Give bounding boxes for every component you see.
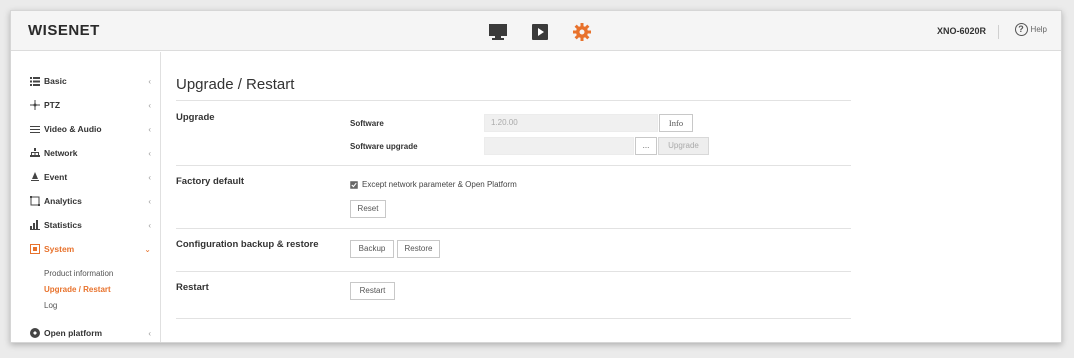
help-label: Help [1030, 25, 1047, 34]
analytics-icon [29, 196, 40, 207]
software-label: Software [350, 119, 384, 128]
sidebar-item-ptz[interactable]: PTZ ‹ [11, 94, 161, 116]
monitor-icon[interactable] [487, 21, 509, 43]
chevron-down-icon: ⌄ [144, 244, 151, 254]
sidebar-item-label: Basic [44, 76, 67, 86]
divider [176, 228, 851, 229]
info-button[interactable]: Info [659, 114, 693, 132]
sidebar-item-network[interactable]: Network ‹ [11, 142, 161, 164]
sidebar-item-label: PTZ [44, 100, 61, 110]
sidebar-item-label: Video & Audio [44, 124, 102, 134]
ptz-icon [29, 100, 40, 111]
sidebar-item-label: Network [44, 148, 78, 158]
chevron-left-icon: ‹ [148, 220, 151, 230]
network-icon [29, 148, 40, 159]
section-title-factory-default: Factory default [176, 176, 245, 187]
sidebar-subitem-log[interactable]: Log [44, 301, 57, 310]
sidebar-item-event[interactable]: Event ‹ [11, 166, 161, 188]
chevron-left-icon: ‹ [148, 76, 151, 86]
sidebar-item-open-platform[interactable]: Open platform ‹ [11, 322, 161, 342]
gear-icon[interactable] [571, 21, 593, 43]
restart-button[interactable]: Restart [350, 282, 395, 300]
page-title: Upgrade / Restart [176, 76, 295, 93]
top-nav [487, 21, 593, 43]
chevron-left-icon: ‹ [148, 172, 151, 182]
play-icon[interactable] [529, 21, 551, 43]
video-audio-icon [29, 124, 40, 135]
sidebar: Basic ‹ PTZ ‹ Video & Audio ‹ Network ‹ [11, 52, 161, 342]
section-title-upgrade: Upgrade [176, 112, 215, 123]
sidebar-item-label: Statistics [44, 220, 82, 230]
reset-button[interactable]: Reset [350, 200, 386, 218]
sidebar-item-label: Event [44, 172, 68, 182]
model-name: XNO-6020R [937, 25, 999, 39]
section-title-config-backup-restore: Configuration backup & restore [176, 239, 319, 250]
open-platform-icon [29, 328, 40, 339]
chevron-left-icon: ‹ [148, 148, 151, 158]
statistics-icon [29, 220, 40, 231]
except-network-checkbox[interactable] [350, 180, 358, 189]
sidebar-item-statistics[interactable]: Statistics ‹ [11, 214, 161, 236]
list-icon [29, 76, 40, 87]
sidebar-subitem-product-information[interactable]: Product information [44, 269, 113, 278]
upgrade-button[interactable]: Upgrade [658, 137, 709, 155]
chevron-left-icon: ‹ [148, 124, 151, 134]
section-title-restart: Restart [176, 282, 209, 293]
except-network-checkbox-label: Except network parameter & Open Platform [362, 180, 517, 189]
sidebar-item-label: Analytics [44, 196, 82, 206]
divider [176, 318, 851, 319]
help-button[interactable]: ? Help [1014, 23, 1047, 36]
system-icon [29, 244, 40, 255]
event-icon [29, 172, 40, 183]
divider [176, 100, 851, 101]
main-content: Upgrade / Restart Upgrade Software 1.20.… [162, 52, 1061, 342]
help-icon: ? [1014, 23, 1028, 36]
backup-button[interactable]: Backup [350, 240, 394, 258]
chevron-left-icon: ‹ [148, 196, 151, 206]
sidebar-item-system[interactable]: System ⌄ [11, 238, 161, 260]
sidebar-item-video-audio[interactable]: Video & Audio ‹ [11, 118, 161, 140]
wisenet-logo: WISENET [28, 22, 100, 39]
sidebar-item-analytics[interactable]: Analytics ‹ [11, 190, 161, 212]
software-version-field: 1.20.00 [484, 114, 658, 132]
upgrade-file-field[interactable] [484, 137, 634, 155]
chevron-left-icon: ‹ [148, 100, 151, 110]
sidebar-item-basic[interactable]: Basic ‹ [11, 70, 161, 92]
sidebar-item-label: System [44, 244, 75, 254]
divider [176, 271, 851, 272]
sidebar-subitem-upgrade-restart[interactable]: Upgrade / Restart [44, 285, 111, 294]
restore-button[interactable]: Restore [397, 240, 440, 258]
app-window: WISENET XNO-6020R ? Help Basic ‹ PTZ ‹ V… [10, 10, 1062, 343]
divider [176, 165, 851, 166]
software-upgrade-label: Software upgrade [350, 142, 418, 151]
chevron-left-icon: ‹ [148, 328, 151, 338]
top-header: WISENET XNO-6020R ? Help [11, 11, 1061, 51]
sidebar-item-label: Open platform [44, 328, 103, 338]
browse-button[interactable]: ... [635, 137, 657, 155]
except-network-checkbox-row: Except network parameter & Open Platform [350, 180, 517, 189]
